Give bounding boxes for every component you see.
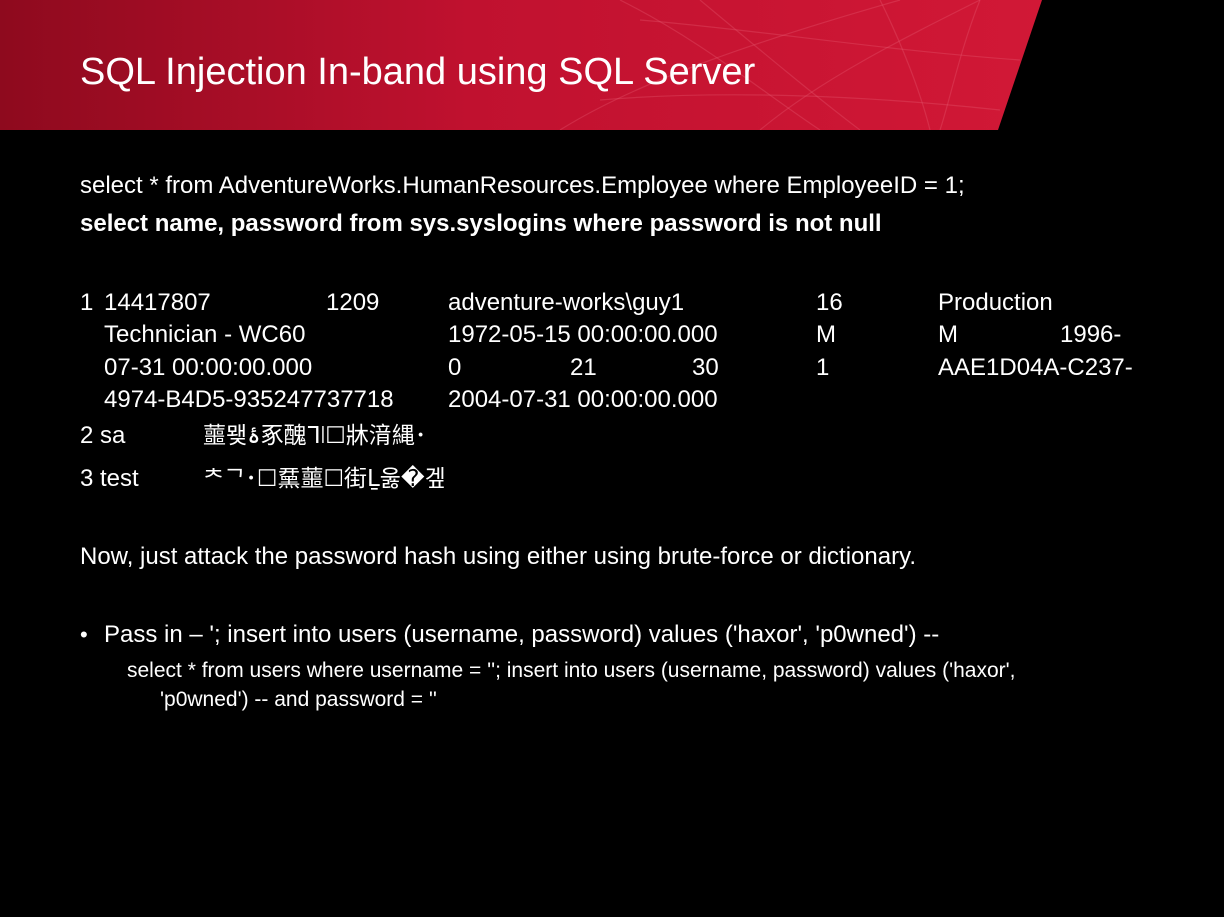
sub-bullet-line-2: 'p0wned') -- and password = '': [160, 688, 437, 711]
attack-note: Now, just attack the password hash using…: [80, 543, 916, 570]
result-cell: 2004-07-31 00:00:00.000: [448, 386, 718, 413]
result-cell: 0: [448, 354, 462, 381]
result-cell: 4974-B4D5-935247737718: [104, 386, 394, 413]
result-row-id: 1: [80, 289, 94, 316]
sub-bullet-line-1: select * from users where username = '';…: [127, 659, 1016, 682]
result-cell: Production: [938, 289, 1053, 316]
slide-title: SQL Injection In-band using SQL Server: [80, 51, 756, 93]
result-cell: M: [816, 321, 836, 348]
result-cell: Technician - WC60: [104, 321, 306, 348]
result-cell: M: [938, 321, 958, 348]
bullet-text: Pass in – '; insert into users (username…: [104, 621, 940, 648]
result-cell: 16: [816, 289, 843, 316]
result-cell: 1996-: [1060, 321, 1122, 348]
result-cell: AAE1D04A-C237-: [938, 354, 1133, 381]
result-cell: 1209: [326, 289, 380, 316]
result-cell: 07-31 00:00:00.000: [104, 354, 313, 381]
sql-query-line-1: select * from AdventureWorks.HumanResour…: [80, 172, 965, 199]
result-cell: 30: [692, 354, 719, 381]
result-row-label: 3 test: [80, 465, 139, 492]
password-hash: 蘁뫶ۂ豖醜ᒣ꘡☐牀湇縄･: [203, 423, 427, 449]
result-cell: adventure-works\guy1: [448, 289, 685, 316]
result-cell: 1: [816, 354, 830, 381]
bullet-icon: •: [80, 622, 88, 647]
password-hash: ᄎᄀ･☐䵤蘁☐街Ḻ욿�겦: [203, 466, 446, 492]
result-cell: 1972-05-15 00:00:00.000: [448, 321, 718, 348]
result-row-label: 2 sa: [80, 422, 126, 449]
result-cell: 14417807: [104, 289, 211, 316]
sql-query-line-2: select name, password from sys.syslogins…: [80, 210, 882, 237]
result-cell: 21: [570, 354, 597, 381]
